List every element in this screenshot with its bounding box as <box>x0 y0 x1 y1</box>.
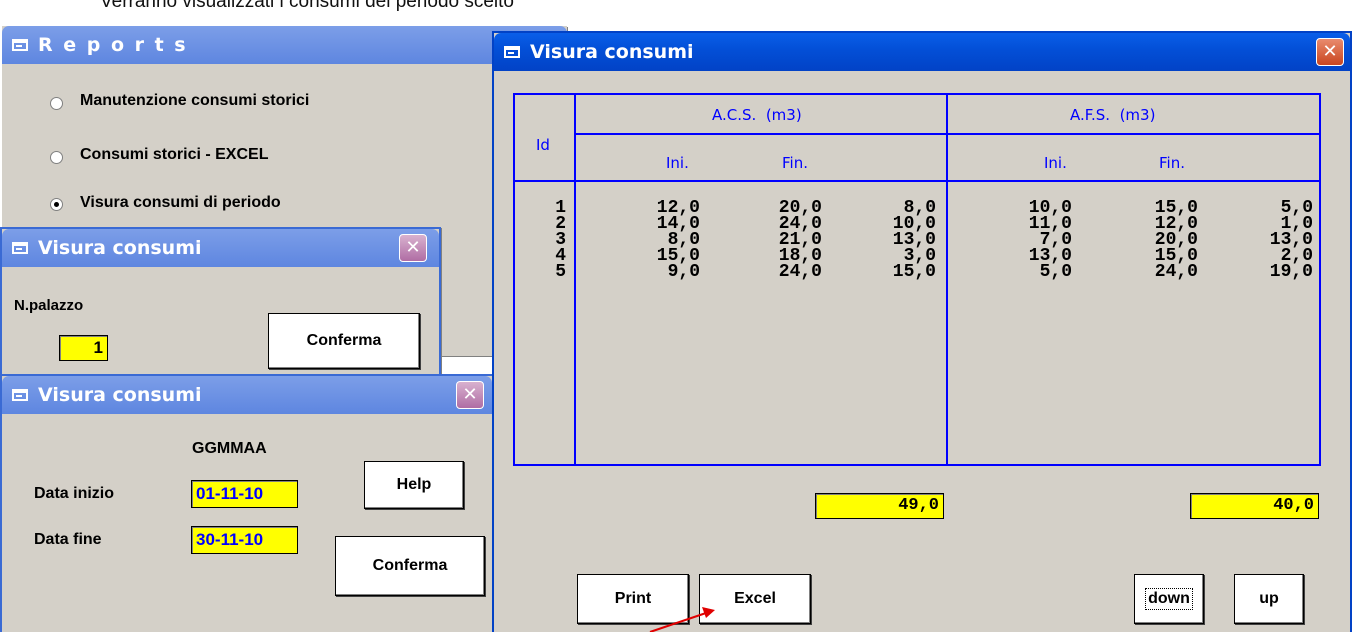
table-cell: 15,0 <box>892 262 936 282</box>
afs-fin-column: 15,0 12,0 20,0 15,0 24,0 <box>1132 199 1198 282</box>
palazzo-label: N.palazzo <box>14 297 84 314</box>
option-label[interactable]: Manutenzione consumi storici <box>80 92 309 110</box>
table-divider <box>574 93 576 466</box>
excel-button[interactable]: Excel <box>699 574 811 624</box>
table-divider <box>574 133 1321 135</box>
palazzo-field[interactable]: 1 <box>59 335 108 361</box>
date-title: Visura consumi <box>38 384 202 406</box>
up-button[interactable]: up <box>1234 574 1304 624</box>
table-cell: 24,0 <box>1154 262 1198 282</box>
acs-fin-header: Fin. <box>782 154 808 172</box>
afs-ini-column: 10,0 11,0 7,0 13,0 5,0 <box>1006 199 1072 282</box>
help-button[interactable]: Help <box>364 461 464 509</box>
reports-title: R e p o r t s <box>38 34 188 56</box>
window-icon <box>504 46 520 58</box>
date-window: Visura consumi ✕ GGMMAA Data inizio 01-1… <box>0 374 494 632</box>
id-header: Id <box>536 136 550 154</box>
end-date-label: Data fine <box>34 531 102 548</box>
table-cell: 19,0 <box>1269 262 1313 282</box>
radio-visura-periodo[interactable] <box>50 198 63 211</box>
acs-total-field: 49,0 <box>815 493 944 519</box>
date-titlebar: Visura consumi <box>2 376 492 414</box>
afs-fin-header: Fin. <box>1159 154 1185 172</box>
option-label[interactable]: Consumi storici - EXCEL <box>80 146 268 164</box>
acs-ini-column: 12,0 14,0 8,0 15,0 9,0 <box>634 199 700 282</box>
acs-ini-header: Ini. <box>666 154 689 172</box>
afs-total-field: 40,0 <box>1190 493 1319 519</box>
window-icon <box>12 242 28 254</box>
option-label[interactable]: Visura consumi di periodo <box>80 194 281 212</box>
palazzo-confirm-button[interactable]: Conferma <box>268 313 420 369</box>
main-title: Visura consumi <box>530 41 694 63</box>
table-divider <box>946 93 948 466</box>
id-column: 1 2 3 4 5 <box>534 199 566 282</box>
acs-header: A.C.S. (m3) <box>712 106 802 124</box>
table-cell: 5,0 <box>1039 262 1072 282</box>
close-icon[interactable]: ✕ <box>456 381 484 409</box>
date-confirm-button[interactable]: Conferma <box>335 536 485 596</box>
radio-manutenzione[interactable] <box>50 97 63 110</box>
afs-ini-header: Ini. <box>1044 154 1067 172</box>
main-titlebar: Visura consumi <box>494 33 1350 71</box>
instruction-caption: Verranno visualizzati i consumi del peri… <box>100 0 514 12</box>
acs-diff-column: 8,0 10,0 13,0 3,0 15,0 <box>870 199 936 282</box>
table-cell: 24,0 <box>778 262 822 282</box>
acs-fin-column: 20,0 24,0 21,0 18,0 24,0 <box>756 199 822 282</box>
afs-diff-column: 5,0 1,0 13,0 2,0 19,0 <box>1247 199 1313 282</box>
palazzo-titlebar: Visura consumi <box>2 229 439 267</box>
down-button[interactable]: down <box>1134 574 1204 624</box>
close-icon[interactable]: ✕ <box>1316 38 1344 66</box>
reports-titlebar: R e p o r t s <box>2 26 567 64</box>
palazzo-title: Visura consumi <box>38 237 202 259</box>
table-cell: 9,0 <box>667 262 700 282</box>
down-button-label: down <box>1145 588 1193 610</box>
close-icon[interactable]: ✕ <box>399 234 427 262</box>
radio-consumi-excel[interactable] <box>50 151 63 164</box>
window-icon <box>12 389 28 401</box>
date-format-label: GGMMAA <box>192 440 267 457</box>
main-window: Visura consumi ✕ Id A.C.S. (m3) A.F.S. (… <box>492 31 1352 632</box>
afs-header: A.F.S. (m3) <box>1070 106 1156 124</box>
start-date-label: Data inizio <box>34 485 115 502</box>
table-cell: 5 <box>555 262 566 282</box>
palazzo-window: Visura consumi ✕ N.palazzo 1 Conferma <box>0 227 441 382</box>
print-button[interactable]: Print <box>577 574 689 624</box>
start-date-field[interactable]: 01-11-10 <box>191 480 298 508</box>
window-icon <box>12 39 28 51</box>
table-divider <box>513 180 1321 182</box>
end-date-field[interactable]: 30-11-10 <box>191 526 298 554</box>
